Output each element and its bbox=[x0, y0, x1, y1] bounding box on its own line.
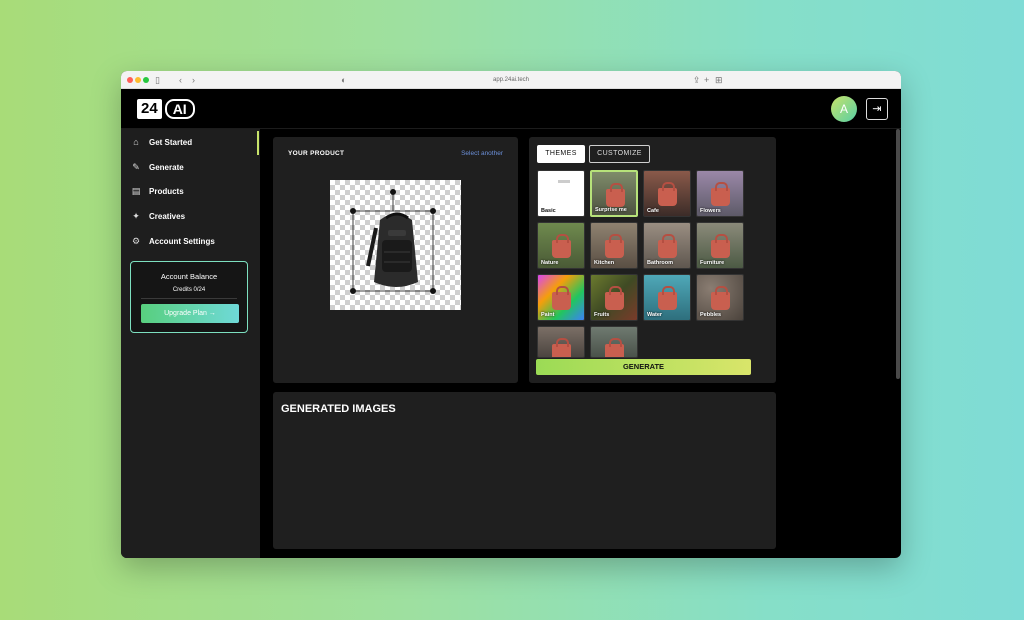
theme-tile[interactable] bbox=[537, 326, 585, 358]
divider bbox=[141, 298, 237, 299]
bag-preview bbox=[552, 338, 571, 357]
sidebar-item-get-started[interactable]: ⌂ Get Started bbox=[131, 133, 192, 151]
theme-label: Bathroom bbox=[647, 260, 673, 266]
bag-preview bbox=[605, 234, 624, 258]
magic-wand-icon: ✎ bbox=[132, 161, 140, 172]
theme-tile-furniture[interactable]: Furniture bbox=[696, 222, 744, 269]
section-title: GENERATED IMAGES bbox=[281, 403, 396, 415]
theme-label: Basic bbox=[541, 208, 556, 214]
sidebar-item-label: Account Settings bbox=[149, 236, 215, 246]
generate-button[interactable]: GENERATE bbox=[536, 359, 751, 375]
sidebar-item-label: Products bbox=[149, 186, 184, 196]
bag-preview bbox=[658, 182, 677, 206]
bag-preview bbox=[605, 338, 624, 357]
bag-preview bbox=[658, 286, 677, 310]
theme-tile-kitchen[interactable]: Kitchen bbox=[590, 222, 638, 269]
theme-tile-water[interactable]: Water bbox=[643, 274, 691, 321]
theme-tile-surprise-me[interactable]: Surprise me bbox=[590, 170, 638, 217]
basic-preview bbox=[558, 180, 570, 183]
bag-preview bbox=[658, 234, 677, 258]
avatar[interactable]: A bbox=[831, 96, 857, 122]
scrollbar[interactable] bbox=[896, 129, 900, 379]
product-panel: YOUR PRODUCT Select another bbox=[273, 137, 518, 383]
sidebar-item-generate[interactable]: ✎ Generate bbox=[131, 158, 184, 176]
select-another-link[interactable]: Select another bbox=[461, 150, 503, 157]
product-canvas[interactable] bbox=[330, 180, 461, 310]
product-image bbox=[350, 189, 436, 294]
sidebar-item-label: Creatives bbox=[149, 211, 186, 221]
theme-tile-paint[interactable]: Paint bbox=[537, 274, 585, 321]
bag-preview bbox=[711, 286, 730, 310]
new-tab-icon[interactable]: + bbox=[704, 74, 709, 86]
sidebar-item-creatives[interactable]: ✦ Creatives bbox=[131, 207, 185, 225]
theme-label: Flowers bbox=[700, 208, 721, 214]
browser-window: ▯ ‹ › ◐ app.24ai.tech ⇪ + ⊞ 24 AI A ⇥ ⌂ … bbox=[121, 71, 901, 558]
generated-images-panel: GENERATED IMAGES bbox=[273, 392, 776, 549]
sparkles-icon: ✦ bbox=[132, 210, 140, 221]
logo[interactable]: 24 AI bbox=[137, 99, 195, 119]
tab-customize[interactable]: CUSTOMIZE bbox=[589, 145, 650, 163]
theme-tile-fruits[interactable]: Fruits bbox=[590, 274, 638, 321]
logo-text: AI bbox=[164, 99, 195, 119]
sidebar-item-products[interactable]: ▤ Products bbox=[131, 182, 184, 200]
gear-icon: ⚙ bbox=[131, 235, 141, 246]
account-balance-card: Account Balance Credits 0/24 Upgrade Pla… bbox=[130, 261, 248, 333]
sidebar-item-account-settings[interactable]: ⚙ Account Settings bbox=[131, 232, 215, 250]
bag-preview bbox=[711, 182, 730, 206]
panel-title: YOUR PRODUCT bbox=[288, 150, 345, 157]
credits-count: Credits 0/24 bbox=[172, 287, 206, 293]
sidebar: ⌂ Get Started ✎ Generate ▤ Products ✦ Cr… bbox=[121, 129, 260, 558]
theme-panel: THEMES CUSTOMIZE Basic Surprise me Cafe … bbox=[529, 137, 776, 383]
theme-label: Paint bbox=[541, 312, 555, 318]
theme-tile-bathroom[interactable]: Bathroom bbox=[643, 222, 691, 269]
theme-tile-pebbles[interactable]: Pebbles bbox=[696, 274, 744, 321]
home-icon: ⌂ bbox=[133, 137, 139, 147]
theme-tile-basic[interactable]: Basic bbox=[537, 170, 585, 217]
logo-number: 24 bbox=[137, 99, 162, 119]
theme-label: Pebbles bbox=[700, 312, 722, 318]
tabs-icon[interactable]: ⊞ bbox=[715, 74, 723, 86]
bag-preview bbox=[552, 286, 571, 310]
theme-label: Water bbox=[647, 312, 663, 318]
theme-label: Nature bbox=[541, 260, 559, 266]
theme-label: Surprise me bbox=[595, 207, 627, 213]
bag-preview bbox=[552, 234, 571, 258]
theme-tile-nature[interactable]: Nature bbox=[537, 222, 585, 269]
bag-preview bbox=[711, 234, 730, 258]
upgrade-plan-button[interactable]: Upgrade Plan → bbox=[141, 304, 239, 323]
theme-tile-flowers[interactable]: Flowers bbox=[696, 170, 744, 217]
browser-toolbar: ▯ ‹ › ◐ app.24ai.tech ⇪ + ⊞ bbox=[121, 71, 901, 89]
theme-tile-cafe[interactable]: Cafe bbox=[643, 170, 691, 217]
briefcase-icon: ▤ bbox=[131, 185, 141, 196]
theme-label: Fruits bbox=[594, 312, 610, 318]
bag-preview bbox=[606, 183, 625, 207]
app-header: 24 AI A ⇥ bbox=[121, 89, 901, 129]
theme-tile[interactable] bbox=[590, 326, 638, 358]
bag-preview bbox=[605, 286, 624, 310]
address-bar[interactable]: app.24ai.tech bbox=[121, 75, 901, 85]
theme-label: Furniture bbox=[700, 260, 725, 266]
logout-button[interactable]: ⇥ bbox=[866, 98, 888, 120]
tab-themes[interactable]: THEMES bbox=[537, 145, 585, 163]
balance-title: Account Balance bbox=[160, 272, 218, 281]
sidebar-item-label: Get Started bbox=[149, 137, 193, 147]
active-indicator bbox=[257, 131, 259, 155]
theme-label: Cafe bbox=[647, 208, 659, 214]
theme-label: Kitchen bbox=[594, 260, 615, 266]
share-icon[interactable]: ⇪ bbox=[693, 74, 701, 86]
logout-icon: ⇥ bbox=[872, 103, 882, 115]
sidebar-item-label: Generate bbox=[149, 162, 184, 172]
